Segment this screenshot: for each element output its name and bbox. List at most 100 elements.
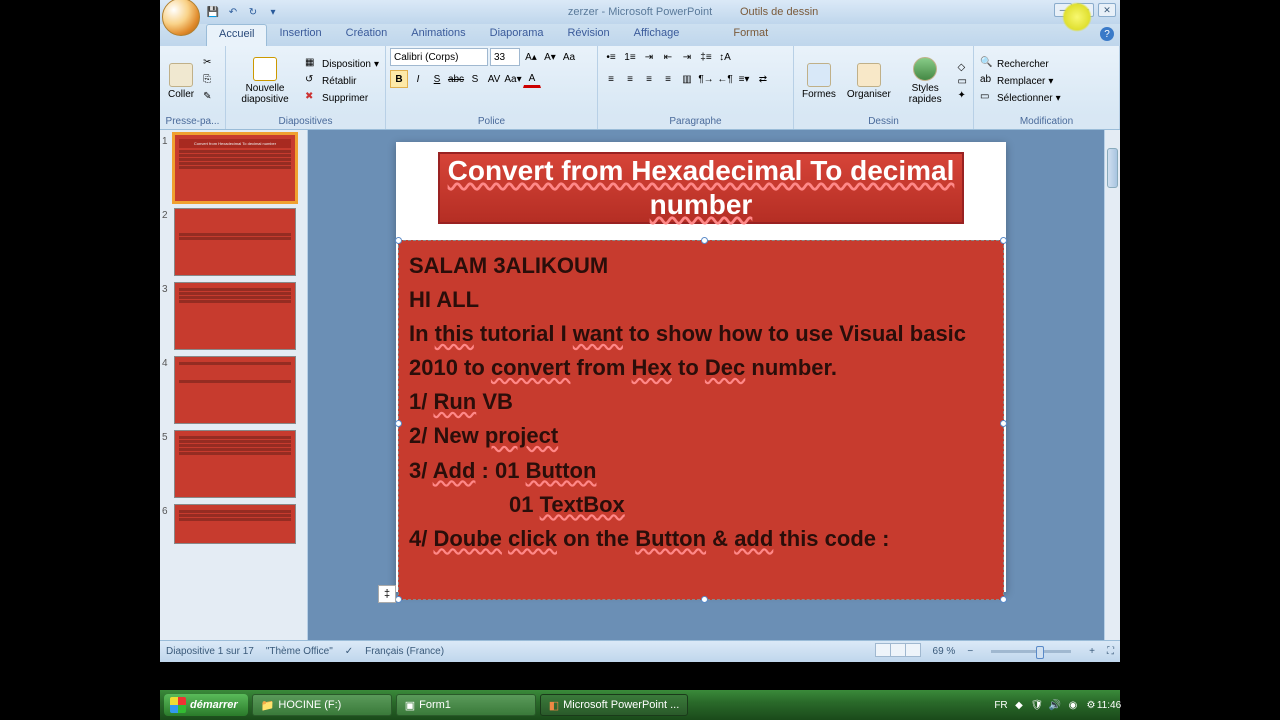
justify-button[interactable]: ≡ xyxy=(659,70,677,88)
align-center-button[interactable]: ≡ xyxy=(621,70,639,88)
slideshow-view-button[interactable] xyxy=(905,643,921,657)
font-family-select[interactable] xyxy=(390,48,488,66)
vertical-scrollbar[interactable] xyxy=(1104,130,1120,640)
layout-button[interactable]: ▦Disposition▾ xyxy=(303,56,381,72)
replace-button[interactable]: abRemplacer▾ xyxy=(978,73,1063,89)
find-button[interactable]: 🔍Rechercher xyxy=(978,56,1063,72)
quick-styles-button[interactable]: Styles rapides xyxy=(898,55,953,107)
new-slide-button[interactable]: Nouvelle diapositive xyxy=(230,55,300,107)
zoom-out-button[interactable]: − xyxy=(967,646,973,657)
selection-handle[interactable] xyxy=(701,237,708,244)
font-size-select[interactable] xyxy=(490,48,520,66)
paste-button[interactable]: Coller xyxy=(164,61,198,102)
cut-button[interactable]: ✂ xyxy=(201,56,219,72)
copy-button[interactable]: ⎘ xyxy=(201,73,219,89)
slide-thumbnails-panel[interactable]: 1Convert from Hexadecimal To decimal num… xyxy=(160,130,308,640)
slide-thumb-6[interactable] xyxy=(174,504,296,544)
minimize-button[interactable]: ─ xyxy=(1054,3,1072,17)
tab-animations[interactable]: Animations xyxy=(399,24,477,46)
autofit-options-button[interactable]: ‡ xyxy=(378,585,396,603)
columns-button[interactable]: ▥ xyxy=(678,70,696,88)
delete-slide-button[interactable]: ✖Supprimer xyxy=(303,90,381,106)
numbering-button[interactable]: 1≡ xyxy=(621,48,639,66)
tray-lang[interactable]: FR xyxy=(994,698,1008,712)
arrange-button[interactable]: Organiser xyxy=(843,61,895,102)
shadow-button[interactable]: S xyxy=(466,70,484,88)
tab-diaporama[interactable]: Diaporama xyxy=(478,24,556,46)
redo-icon[interactable]: ↻ xyxy=(246,5,260,19)
selection-handle[interactable] xyxy=(1000,420,1007,427)
bullets-button[interactable]: •≡ xyxy=(602,48,620,66)
align-right-button[interactable]: ≡ xyxy=(640,70,658,88)
select-button[interactable]: ▭Sélectionner▾ xyxy=(978,90,1063,106)
slide-editor[interactable]: Convert from Hexadecimal To decimal numb… xyxy=(308,130,1120,640)
tray-clock[interactable]: 11:46 xyxy=(1102,698,1116,712)
selection-handle[interactable] xyxy=(395,420,402,427)
tray-icon[interactable]: 🔊 xyxy=(1048,698,1062,712)
tab-creation[interactable]: Création xyxy=(334,24,400,46)
line-spacing-button[interactable]: ‡≡ xyxy=(697,48,715,66)
fit-window-button[interactable]: ⛶ xyxy=(1107,646,1114,657)
language-status[interactable]: Français (France) xyxy=(365,646,444,657)
taskbar-item-explorer[interactable]: 📁HOCINE (F:) xyxy=(252,694,392,716)
ltr-button[interactable]: ¶→ xyxy=(697,70,715,88)
slide-thumb-2[interactable] xyxy=(174,208,296,276)
maximize-button[interactable]: ▭ xyxy=(1076,3,1094,17)
underline-button[interactable]: S xyxy=(428,70,446,88)
strike-button[interactable]: abc xyxy=(447,70,465,88)
normal-view-button[interactable] xyxy=(875,643,891,657)
font-color-button[interactable]: A xyxy=(523,70,541,88)
zoom-in-button[interactable]: + xyxy=(1089,646,1095,657)
selection-handle[interactable] xyxy=(395,596,402,603)
start-button[interactable]: démarrer xyxy=(164,694,248,716)
slide-thumb-1[interactable]: Convert from Hexadecimal To decimal numb… xyxy=(174,134,296,202)
scroll-thumb[interactable] xyxy=(1107,148,1118,188)
content-placeholder[interactable]: SALAM 3ALIKOUM HI ALL In this tutorial I… xyxy=(398,240,1004,600)
shape-outline-button[interactable]: ▭ xyxy=(956,75,969,88)
selection-handle[interactable] xyxy=(395,237,402,244)
list-level-button[interactable]: ⇥ xyxy=(640,48,658,66)
tab-revision[interactable]: Révision xyxy=(555,24,621,46)
taskbar-item-form1[interactable]: ▣Form1 xyxy=(396,694,536,716)
tab-format[interactable]: Format xyxy=(721,24,780,46)
italic-button[interactable]: I xyxy=(409,70,427,88)
format-painter-button[interactable]: ✎ xyxy=(201,90,219,106)
slide-thumb-4[interactable] xyxy=(174,356,296,424)
sorter-view-button[interactable] xyxy=(890,643,906,657)
shapes-button[interactable]: Formes xyxy=(798,61,840,102)
reset-button[interactable]: ↺Rétablir xyxy=(303,73,381,89)
selection-handle[interactable] xyxy=(1000,237,1007,244)
align-text-button[interactable]: ≡▾ xyxy=(735,70,753,88)
shrink-font-button[interactable]: A▾ xyxy=(541,48,559,66)
char-spacing-button[interactable]: AV xyxy=(485,70,503,88)
title-placeholder[interactable]: Convert from Hexadecimal To decimal numb… xyxy=(438,152,964,224)
bold-button[interactable]: B xyxy=(390,70,408,88)
zoom-slider[interactable] xyxy=(991,650,1071,653)
tab-affichage[interactable]: Affichage xyxy=(622,24,692,46)
slide-thumb-5[interactable] xyxy=(174,430,296,498)
align-left-button[interactable]: ≡ xyxy=(602,70,620,88)
tab-accueil[interactable]: Accueil xyxy=(206,24,267,46)
rtl-button[interactable]: ←¶ xyxy=(716,70,734,88)
save-icon[interactable]: 💾 xyxy=(206,5,220,19)
slide-canvas[interactable]: Convert from Hexadecimal To decimal numb… xyxy=(396,142,1006,592)
tray-icon[interactable]: 🛡 xyxy=(1030,698,1044,712)
selection-handle[interactable] xyxy=(1000,596,1007,603)
close-button[interactable]: ✕ xyxy=(1098,3,1116,17)
clear-format-button[interactable]: Aa xyxy=(560,48,578,66)
shape-effects-button[interactable]: ✦ xyxy=(956,89,969,102)
shape-fill-button[interactable]: ◇ xyxy=(956,61,969,74)
tray-icon[interactable]: ◉ xyxy=(1066,698,1080,712)
tab-insertion[interactable]: Insertion xyxy=(267,24,333,46)
increase-indent-button[interactable]: ⇥ xyxy=(678,48,696,66)
tray-icon[interactable]: ◆ xyxy=(1012,698,1026,712)
text-direction-button[interactable]: ↕A xyxy=(716,48,734,66)
slide-thumb-3[interactable] xyxy=(174,282,296,350)
qat-dropdown-icon[interactable]: ▾ xyxy=(266,5,280,19)
undo-icon[interactable]: ↶ xyxy=(226,5,240,19)
grow-font-button[interactable]: A▴ xyxy=(522,48,540,66)
taskbar-item-powerpoint[interactable]: ◧Microsoft PowerPoint ... xyxy=(540,694,689,716)
smartart-button[interactable]: ⇄ xyxy=(754,70,772,88)
selection-handle[interactable] xyxy=(701,596,708,603)
decrease-indent-button[interactable]: ⇤ xyxy=(659,48,677,66)
